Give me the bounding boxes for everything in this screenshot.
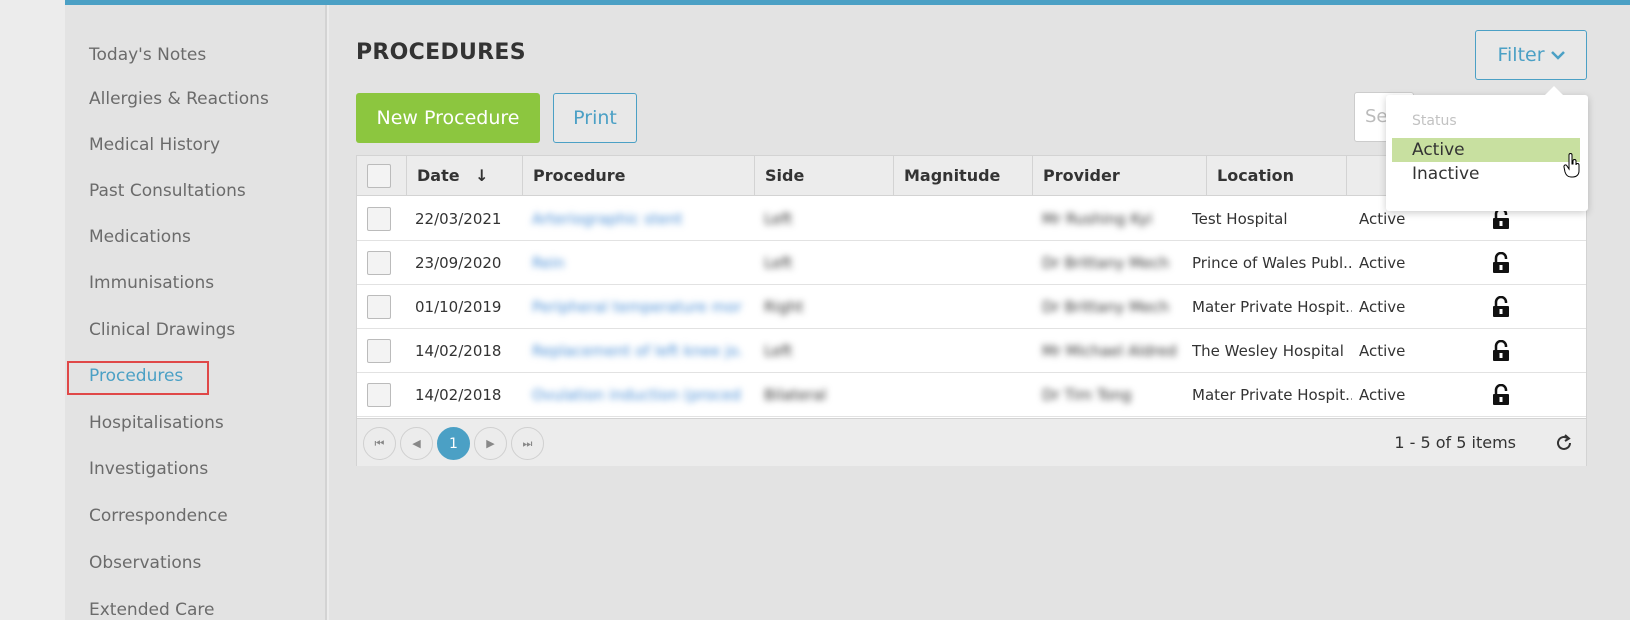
row-provider: Mr Michael Aldred xyxy=(1042,342,1177,360)
row-side: Left xyxy=(764,210,793,228)
chevron-down-icon xyxy=(1550,51,1565,60)
sidebar-item-allergies[interactable]: Allergies & Reactions xyxy=(89,86,269,112)
filter-option-active[interactable]: Active xyxy=(1392,138,1580,162)
row-location: Prince of Wales Publ... xyxy=(1192,254,1352,272)
row-checkbox[interactable] xyxy=(367,383,391,407)
last-page-icon[interactable]: ⏭ xyxy=(511,427,544,460)
row-location: The Wesley Hospital xyxy=(1192,342,1344,360)
row-location: Test Hospital xyxy=(1192,210,1288,228)
unlocked-icon[interactable] xyxy=(1492,384,1510,406)
row-provider: Dr Tim Tong xyxy=(1042,386,1132,404)
row-procedure-link[interactable]: Arteriographic stent xyxy=(532,197,742,241)
row-location: Mater Private Hospit... xyxy=(1192,386,1352,404)
row-date: 14/02/2018 xyxy=(415,342,502,360)
sidebar: Today's Notes Allergies & Reactions Medi… xyxy=(65,5,327,620)
prev-page-icon[interactable]: ◀ xyxy=(400,427,433,460)
first-page-icon[interactable]: ⏮ xyxy=(363,427,396,460)
page-title: PROCEDURES xyxy=(356,40,526,65)
column-header-provider[interactable]: Provider xyxy=(1032,156,1206,196)
sort-arrow-icon: ↓ xyxy=(475,166,489,185)
row-date: 01/10/2019 xyxy=(415,298,502,316)
next-page-icon[interactable]: ▶ xyxy=(474,427,507,460)
sidebar-item-correspondence[interactable]: Correspondence xyxy=(89,503,228,529)
table-row[interactable]: 23/09/2020 Rein Left Dr Brittany Mech Pr… xyxy=(357,241,1586,285)
table-row[interactable]: 14/02/2018 Replacement of left knee jo..… xyxy=(357,329,1586,373)
row-checkbox[interactable] xyxy=(367,251,391,275)
filter-option-inactive[interactable]: Inactive xyxy=(1392,162,1580,186)
unlocked-icon[interactable] xyxy=(1492,208,1510,230)
column-header-magnitude[interactable]: Magnitude xyxy=(893,156,1032,196)
row-checkbox[interactable] xyxy=(367,295,391,319)
sidebar-item-medications[interactable]: Medications xyxy=(89,224,191,250)
filter-button[interactable]: Filter xyxy=(1475,30,1587,80)
sidebar-item-hospitalisations[interactable]: Hospitalisations xyxy=(89,410,224,436)
column-header-side[interactable]: Side xyxy=(754,156,893,196)
dropdown-pointer xyxy=(1544,86,1564,96)
row-side: Bilateral xyxy=(764,386,827,404)
new-procedure-button[interactable]: New Procedure xyxy=(356,93,540,143)
refresh-icon[interactable] xyxy=(1554,433,1574,453)
column-header-date[interactable]: Date ↓ xyxy=(406,156,522,196)
row-date: 14/02/2018 xyxy=(415,386,502,404)
sidebar-item-clinical-drawings[interactable]: Clinical Drawings xyxy=(89,317,235,343)
row-provider: Dr Brittany Mech xyxy=(1042,298,1170,316)
unlocked-icon[interactable] xyxy=(1492,340,1510,362)
row-side: Left xyxy=(764,254,793,272)
sidebar-item-medical-history[interactable]: Medical History xyxy=(89,132,220,158)
pager-items-info: 1 - 5 of 5 items xyxy=(1394,433,1516,452)
unlocked-icon[interactable] xyxy=(1492,252,1510,274)
row-procedure-link[interactable]: Peripheral temperature mon... xyxy=(532,285,742,329)
sidebar-item-investigations[interactable]: Investigations xyxy=(89,456,208,482)
hand-cursor-icon xyxy=(1563,153,1580,178)
row-date: 22/03/2021 xyxy=(415,210,502,228)
status-filter-label: Status xyxy=(1412,113,1457,129)
row-side: Right xyxy=(764,298,804,316)
sidebar-item-procedures[interactable]: Procedures xyxy=(89,363,183,389)
row-side: Left xyxy=(764,342,793,360)
filter-dropdown: Status Active Inactive xyxy=(1386,86,1588,211)
row-checkbox[interactable] xyxy=(367,207,391,231)
row-status: Active xyxy=(1359,298,1406,316)
sidebar-item-past-consultations[interactable]: Past Consultations xyxy=(89,178,246,204)
row-provider: Dr Brittany Mech xyxy=(1042,254,1170,272)
table-row[interactable]: 14/02/2018 Ovulation induction (proced..… xyxy=(357,373,1586,417)
select-all-checkbox[interactable] xyxy=(367,164,391,188)
sidebar-item-observations[interactable]: Observations xyxy=(89,550,201,576)
sidebar-item-extended-care[interactable]: Extended Care xyxy=(89,597,215,620)
column-header-date-label: Date xyxy=(417,166,460,185)
row-location: Mater Private Hospit... xyxy=(1192,298,1352,316)
row-provider: Mr Rushing Kyi xyxy=(1042,210,1153,228)
pager: ⏮ ◀ 1 ▶ ⏭ 1 - 5 of 5 items xyxy=(357,418,1586,466)
row-procedure-link[interactable]: Replacement of left knee jo... xyxy=(532,329,742,373)
row-checkbox[interactable] xyxy=(367,339,391,363)
row-status: Active xyxy=(1359,254,1406,272)
sidebar-item-todays-notes[interactable]: Today's Notes xyxy=(89,42,206,68)
column-header-location[interactable]: Location xyxy=(1206,156,1346,196)
row-status: Active xyxy=(1359,386,1406,404)
sidebar-item-immunisations[interactable]: Immunisations xyxy=(89,270,214,296)
column-header-procedure[interactable]: Procedure xyxy=(522,156,754,196)
row-procedure-link[interactable]: Rein xyxy=(532,241,742,285)
table-row[interactable]: 01/10/2019 Peripheral temperature mon...… xyxy=(357,285,1586,329)
row-procedure-link[interactable]: Ovulation induction (proced... xyxy=(532,373,742,417)
filter-button-label: Filter xyxy=(1497,44,1545,66)
unlocked-icon[interactable] xyxy=(1492,296,1510,318)
row-status: Active xyxy=(1359,342,1406,360)
row-date: 23/09/2020 xyxy=(415,254,502,272)
print-button[interactable]: Print xyxy=(553,93,637,143)
page-number-button[interactable]: 1 xyxy=(437,427,470,460)
